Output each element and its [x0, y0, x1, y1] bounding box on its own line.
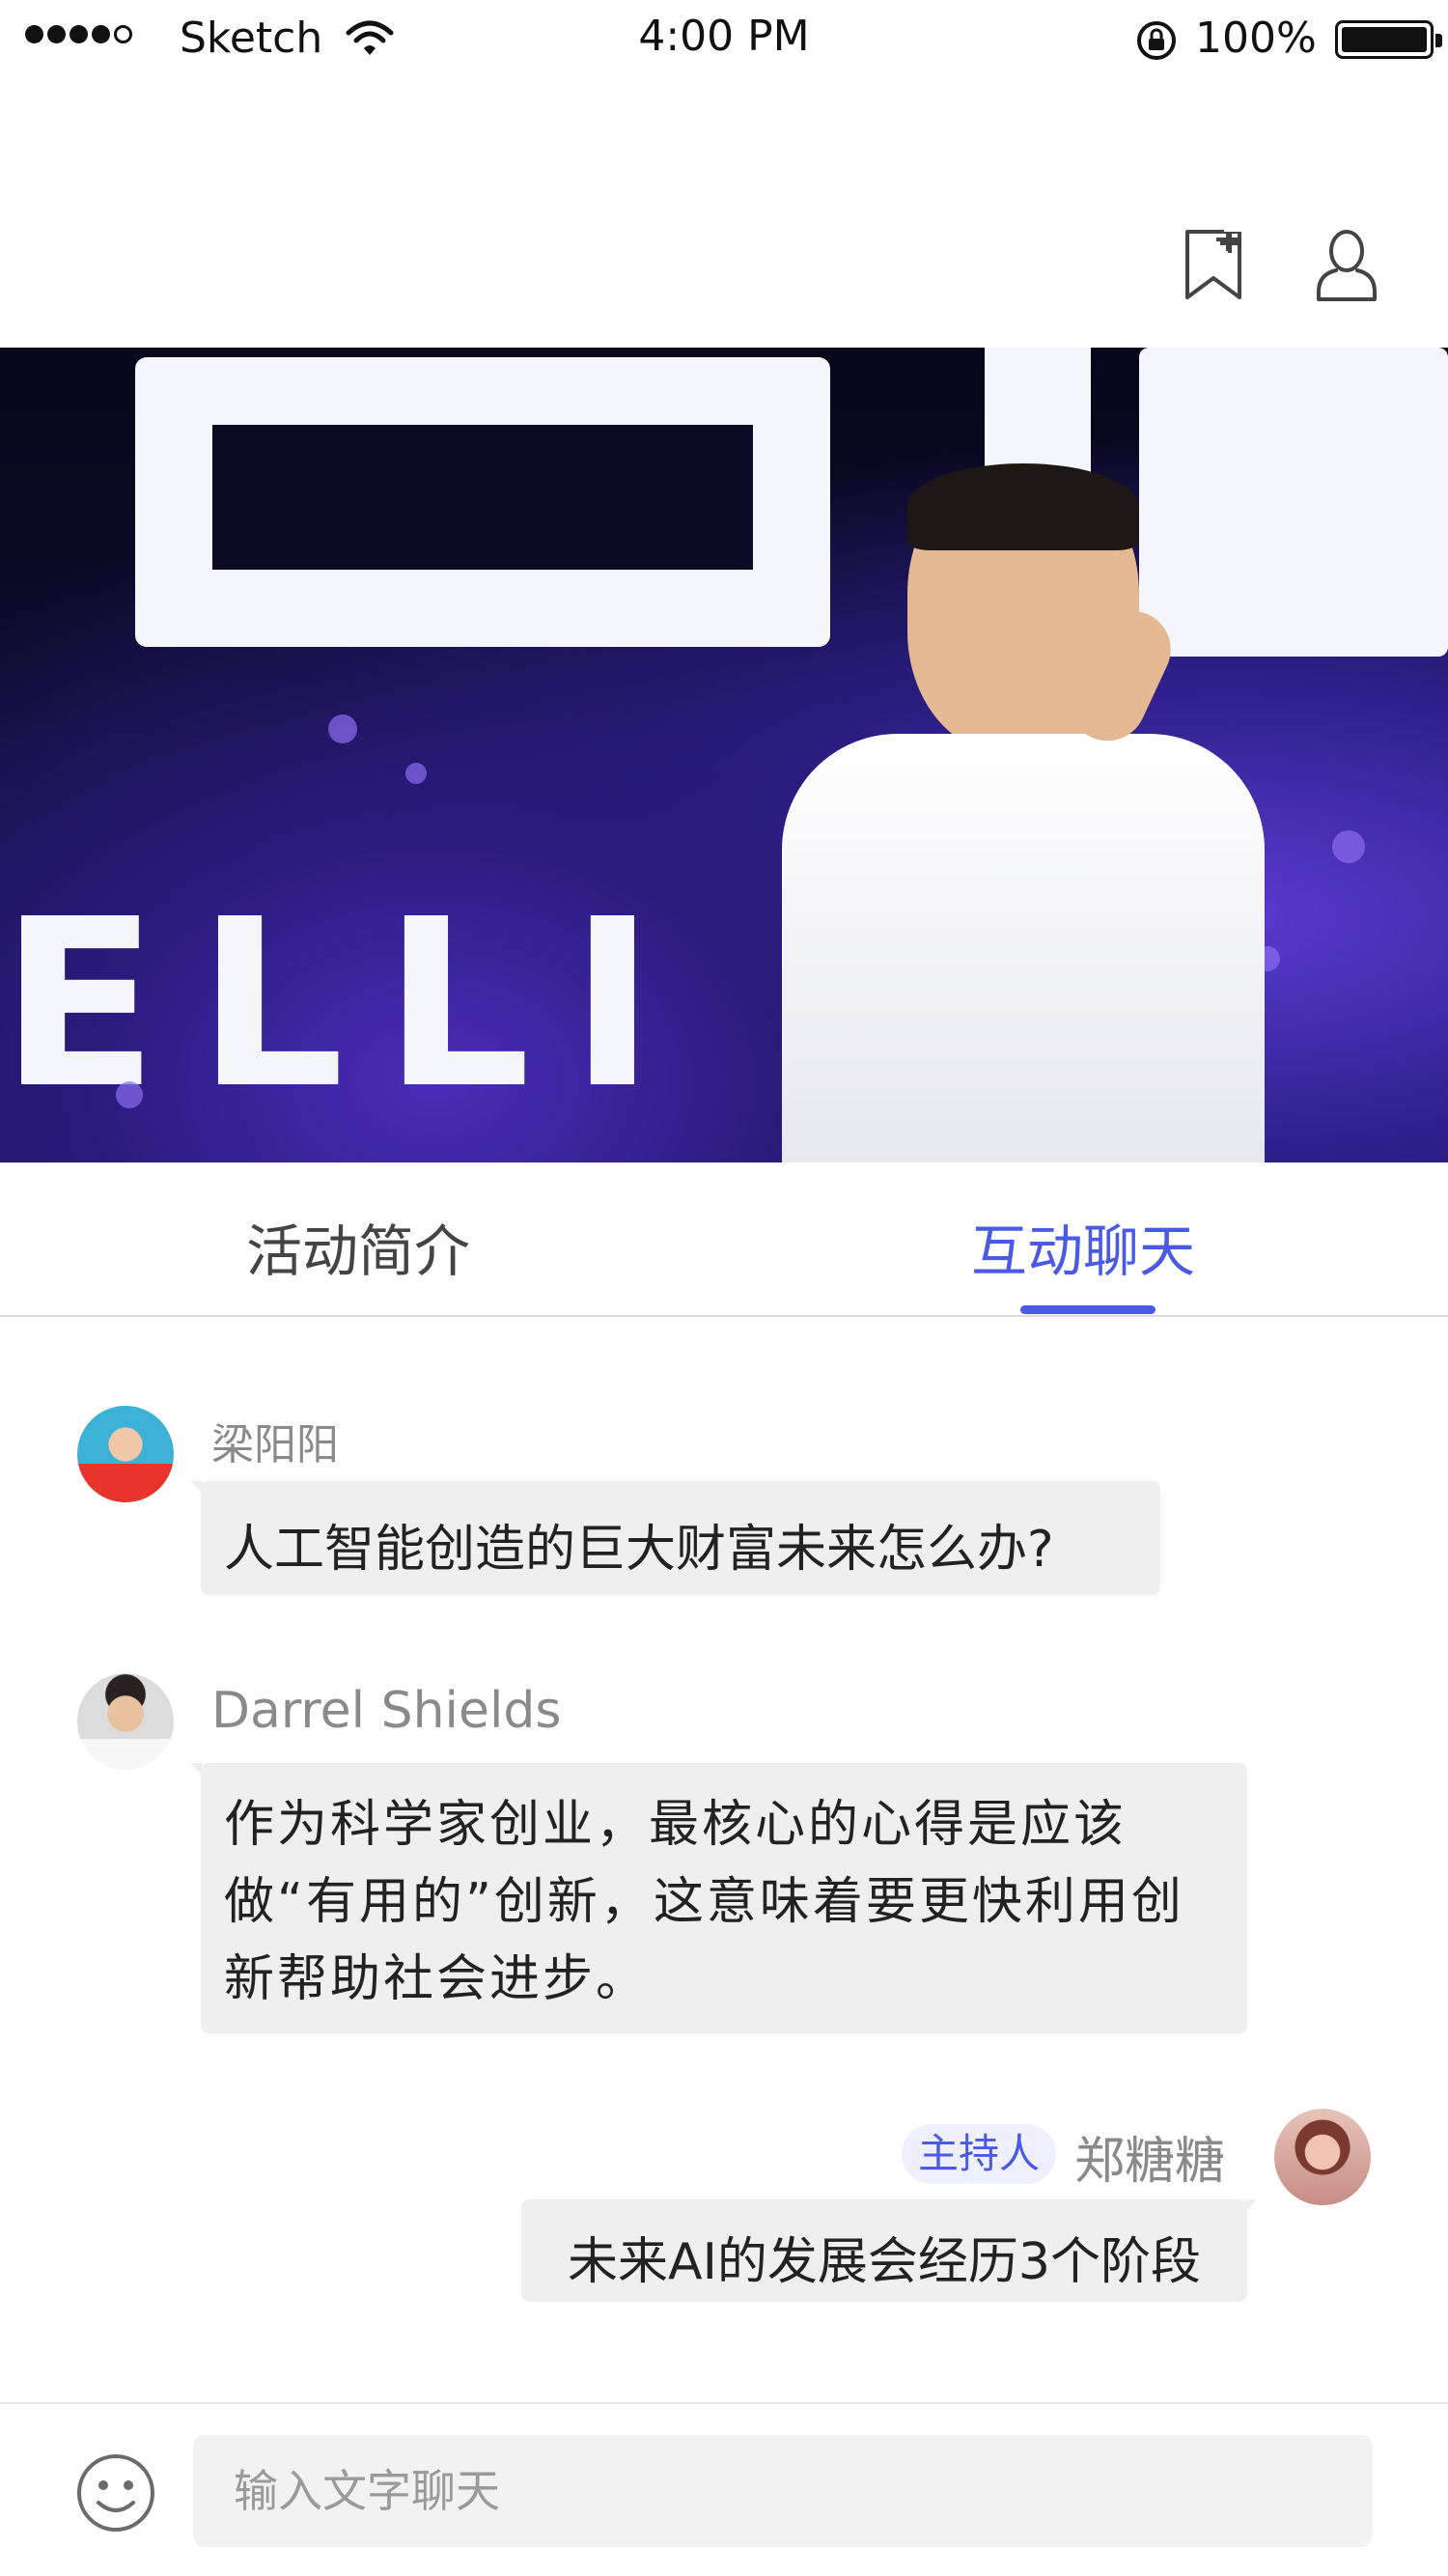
sender-name: 郑糖糖 — [1074, 2133, 1226, 2191]
sender-name: Darrel Shields — [211, 1682, 562, 1740]
battery-icon — [1335, 20, 1442, 59]
active-tab-indicator — [1020, 1305, 1156, 1314]
chat-message-input[interactable] — [193, 2435, 1373, 2547]
avatar[interactable] — [77, 1406, 174, 1502]
message-bubble: 人工智能创造的巨大财富未来怎么办? — [191, 1481, 1160, 1595]
battery-percentage: 100% — [1195, 14, 1317, 63]
status-bar: Sketch 4:00 PM 100% — [0, 0, 1448, 77]
avatar[interactable] — [77, 1673, 174, 1770]
host-badge: 主持人 — [902, 2124, 1056, 2184]
chat-screen: Sketch 4:00 PM 100% ELLI 活动简介 互动聊天 梁阳阳 人… — [0, 0, 1448, 2576]
user-icon[interactable] — [1313, 226, 1380, 303]
hero-background-letters: ELLI — [0, 869, 695, 1139]
tab-interactive-chat[interactable]: 互动聊天 — [971, 1206, 1195, 1287]
tab-bar: 活动简介 互动聊天 — [0, 1162, 1448, 1317]
tab-event-intro[interactable]: 活动简介 — [246, 1206, 470, 1287]
avatar[interactable] — [1274, 2109, 1371, 2205]
message-bubble: 未来AI的发展会经历3个阶段 — [521, 2199, 1257, 2302]
emoji-icon[interactable] — [75, 2452, 156, 2534]
sender-name: 梁阳阳 — [211, 1420, 339, 1470]
chat-input-bar — [0, 2402, 1448, 2576]
bookmark-add-icon[interactable] — [1180, 226, 1247, 303]
message-bubble: 作为科学家创业，最核心的心得是应该做“有用的”创新，这意味着要更快利用创新帮助社… — [191, 1763, 1247, 2033]
rotation-lock-icon — [1137, 21, 1176, 60]
event-hero-image: ELLI — [0, 348, 1448, 1162]
speaker-figure — [763, 463, 1303, 1162]
